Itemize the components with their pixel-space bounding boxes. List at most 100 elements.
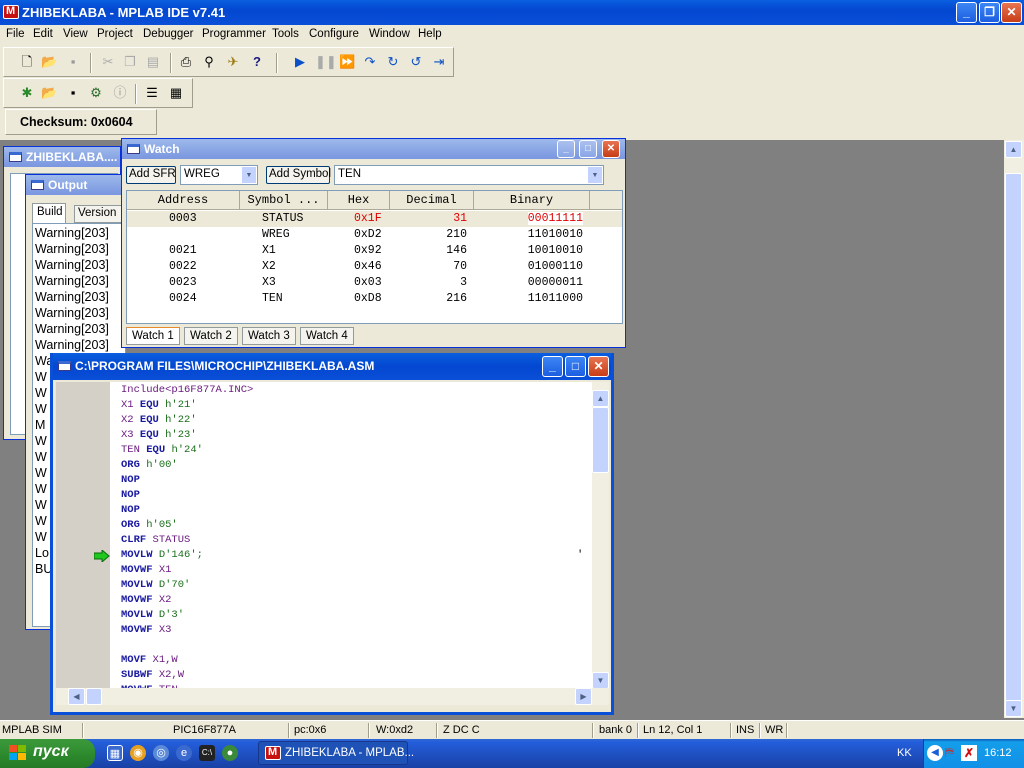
- chevron-down-icon[interactable]: ▼: [587, 166, 603, 184]
- column-header-binary[interactable]: Binary: [474, 191, 590, 210]
- minimize-button[interactable]: _: [956, 2, 977, 23]
- project-window-title-bar[interactable]: ZHIBEKLABA....: [4, 147, 120, 167]
- main-title-bar[interactable]: ZHIBEKLABA - MPLAB IDE v7.41 _ ❐ ✕: [0, 0, 1024, 25]
- add-symbol-button[interactable]: Add Symbol: [266, 166, 331, 184]
- menu-file[interactable]: File: [6, 28, 25, 40]
- new-project-icon[interactable]: ✱: [19, 85, 35, 101]
- watch-row[interactable]: 0003 STATUS 0x1F 31 00011111: [127, 211, 622, 227]
- menu-programmer[interactable]: Programmer: [202, 28, 266, 40]
- close-button[interactable]: ✕: [1001, 2, 1022, 23]
- add-sfr-button[interactable]: Add SFR: [126, 166, 176, 184]
- new-file-icon[interactable]: 🗋: [19, 54, 35, 70]
- editor-gutter[interactable]: [56, 382, 111, 688]
- security-alert-icon[interactable]: ✗: [961, 745, 977, 761]
- open-file-icon[interactable]: 📂: [41, 54, 57, 70]
- network-icon[interactable]: ⛿: [945, 745, 959, 761]
- memory-icon[interactable]: ▦: [168, 85, 184, 101]
- find-icon[interactable]: ⚲: [201, 54, 217, 70]
- scroll-down-arrow[interactable]: ▼: [1005, 700, 1022, 717]
- help-icon[interactable]: ?: [249, 54, 265, 70]
- run-icon[interactable]: ▶: [292, 54, 308, 70]
- open-project-icon[interactable]: 📂: [41, 85, 57, 101]
- reset-icon[interactable]: ⇥: [431, 54, 447, 70]
- language-indicator[interactable]: KK: [897, 747, 912, 759]
- menu-tools[interactable]: Tools: [272, 28, 299, 40]
- editor-close-button[interactable]: ✕: [588, 356, 609, 377]
- restore-button[interactable]: ❐: [979, 2, 1000, 23]
- editor-title-bar[interactable]: C:\PROGRAM FILES\MICROCHIP\ZHIBEKLABA.AS…: [53, 353, 611, 380]
- editor-hscroll-thumb[interactable]: [86, 688, 102, 705]
- copy-icon[interactable]: ❐: [122, 54, 138, 70]
- checksum-value: 0x0604: [90, 115, 133, 129]
- step-over-icon[interactable]: ↻: [385, 54, 401, 70]
- code-line: X2 EQU h'22': [121, 414, 197, 429]
- watch-maximize-button[interactable]: □: [579, 140, 597, 158]
- editor-horizontal-scrollbar[interactable]: ◀ ▶: [56, 688, 609, 705]
- editor-scroll-thumb[interactable]: [592, 407, 609, 473]
- watch-row[interactable]: 0023 X3 0x03 3 00000011: [127, 275, 622, 291]
- column-header-hex[interactable]: Hex: [328, 191, 390, 210]
- program-icon[interactable]: ●: [222, 745, 238, 761]
- scroll-up-arrow[interactable]: ▲: [1005, 141, 1022, 158]
- halt-icon[interactable]: ❚❚: [315, 54, 337, 70]
- scroll-thumb[interactable]: [1005, 173, 1022, 703]
- watch-close-button[interactable]: ✕: [602, 140, 620, 158]
- step-into-icon[interactable]: ↷: [362, 54, 378, 70]
- command-prompt-icon[interactable]: C:\: [199, 745, 215, 761]
- chevron-down-icon[interactable]: ▼: [241, 166, 257, 184]
- tab-watch-4[interactable]: Watch 4: [300, 327, 354, 345]
- scroll-left-arrow[interactable]: ◀: [68, 688, 85, 705]
- start-button[interactable]: пуск: [0, 739, 95, 768]
- browser-icon[interactable]: ◉: [130, 745, 146, 761]
- editor-minimize-button[interactable]: _: [542, 356, 563, 377]
- editor-maximize-button[interactable]: □: [565, 356, 586, 377]
- output-window-title-bar[interactable]: Output: [26, 175, 124, 195]
- tab-watch-3[interactable]: Watch 3: [242, 327, 296, 345]
- build-icon[interactable]: ⚙: [88, 85, 104, 101]
- cut-icon[interactable]: ✂: [100, 54, 116, 70]
- menu-project[interactable]: Project: [97, 28, 133, 40]
- column-header-decimal[interactable]: Decimal: [390, 191, 474, 210]
- column-header-address[interactable]: Address: [127, 191, 240, 210]
- output-line: W: [35, 370, 47, 384]
- print-icon[interactable]: ⎙: [178, 54, 194, 70]
- paste-icon[interactable]: ▤: [145, 54, 161, 70]
- sfr-select[interactable]: WREG ▼: [180, 165, 258, 185]
- explorer-icon[interactable]: e: [176, 745, 192, 761]
- watch-minimize-button[interactable]: _: [557, 140, 575, 158]
- save-icon[interactable]: ▪: [65, 54, 81, 70]
- watch-row[interactable]: 0021 X1 0x92 146 10010010: [127, 243, 622, 259]
- symbol-select[interactable]: TEN ▼: [334, 165, 604, 185]
- menu-debugger[interactable]: Debugger: [143, 28, 194, 40]
- show-desktop-icon[interactable]: ▦: [107, 745, 123, 761]
- column-header-symbol[interactable]: Symbol ...: [240, 191, 328, 210]
- info-icon[interactable]: ⓘ: [112, 85, 128, 101]
- workspace-vertical-scrollbar[interactable]: ▲ ▼: [1004, 140, 1024, 718]
- code-editor[interactable]: Include<p16F877A.INC> X1 EQU h'21' X2 EQU …: [111, 382, 592, 688]
- tab-watch-1[interactable]: Watch 1: [126, 327, 180, 345]
- tab-version[interactable]: Version: [74, 205, 122, 223]
- watch-row[interactable]: WREG 0xD2 210 11010010: [127, 227, 622, 243]
- scroll-right-arrow[interactable]: ▶: [575, 688, 592, 705]
- scroll-up-arrow[interactable]: ▲: [592, 390, 609, 407]
- menu-view[interactable]: View: [63, 28, 88, 40]
- step-out-icon[interactable]: ↺: [408, 54, 424, 70]
- save-project-icon[interactable]: ▪: [65, 85, 81, 101]
- watch-row[interactable]: 0024 TEN 0xD8 216 11011000: [127, 291, 622, 307]
- watch-window-title-bar[interactable]: Watch _ □ ✕: [122, 139, 625, 159]
- menu-edit[interactable]: Edit: [33, 28, 53, 40]
- watch-row[interactable]: 0022 X2 0x46 70 01000110: [127, 259, 622, 275]
- tray-expand-icon[interactable]: ◀: [927, 745, 943, 761]
- tab-build[interactable]: Build: [32, 203, 66, 223]
- menu-help[interactable]: Help: [418, 28, 442, 40]
- scroll-down-arrow[interactable]: ▼: [592, 672, 609, 689]
- menu-window[interactable]: Window: [369, 28, 410, 40]
- taskbar-app-button[interactable]: ZHIBEKLABA - MPLAB...: [258, 741, 414, 765]
- menu-configure[interactable]: Configure: [309, 28, 359, 40]
- media-icon[interactable]: ◎: [153, 745, 169, 761]
- tab-watch-2[interactable]: Watch 2: [184, 327, 238, 345]
- find-in-files-icon[interactable]: ✈: [225, 54, 241, 70]
- editor-vertical-scrollbar[interactable]: ▲ ▼: [592, 382, 609, 689]
- animate-icon[interactable]: ⏩: [339, 54, 355, 70]
- layers-icon[interactable]: ☰: [144, 85, 160, 101]
